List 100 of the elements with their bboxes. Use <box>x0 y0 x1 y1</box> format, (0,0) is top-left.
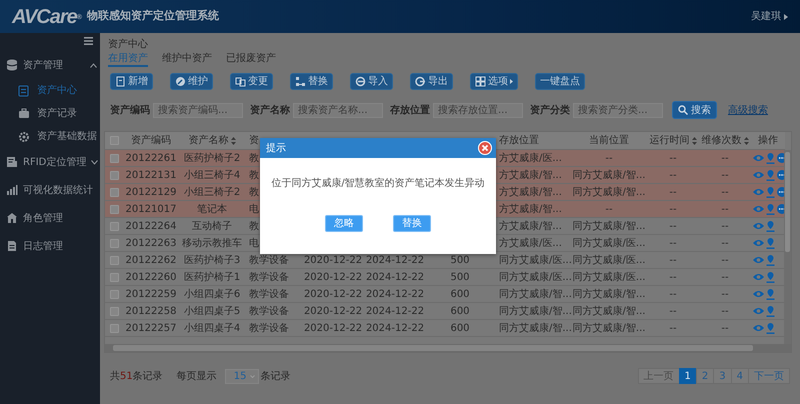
table-cell-text: 同方艾威康/智... <box>572 304 646 318</box>
table-cell-text: 同方艾威康/智... <box>572 220 646 234</box>
table-cell-text: 同方艾威康/智... <box>499 322 572 336</box>
table-cell-text: 20121017 <box>126 202 176 216</box>
table-cell-text: 同方艾威康/智... <box>572 288 646 302</box>
table-cell-text: 教学设备 <box>249 254 289 268</box>
table-cell-text: -- <box>605 202 613 216</box>
table-cell-text: 教学设备 <box>249 270 289 284</box>
table-cell-text: 同方艾威康/智... <box>572 168 646 182</box>
field-label: 存放位置 <box>390 104 430 118</box>
table-cell-text: 同方艾威康/智... <box>499 288 572 302</box>
dialog-title: 提示 <box>266 142 286 156</box>
table-cell-text: 小组四桌子4 <box>184 322 240 336</box>
table-cell-text: 20122264 <box>126 220 176 234</box>
table-cell-text: 方艾威康/智... <box>499 186 562 200</box>
table-cell-text: -- <box>721 168 729 182</box>
table-cell-text: 20122129 <box>126 186 176 200</box>
table-cell-text: 同方艾威康/医... <box>572 270 646 284</box>
table-cell-text: -- <box>721 220 729 234</box>
table-cell-text: 医药护椅子1 <box>184 270 240 284</box>
table-cell-text: -- <box>669 186 677 200</box>
table-cell-text: 医药护椅子2 <box>184 152 240 166</box>
table-cell-text: 小组四桌子6 <box>184 288 240 302</box>
table-cell-text: 2020-12-22 <box>304 304 362 318</box>
table-cell-text: 教 <box>249 220 259 234</box>
table-cell-text: 方艾威康/智... <box>499 220 562 234</box>
table-cell-text: 20122260 <box>126 270 176 284</box>
table-cell-text: 医药护椅子3 <box>184 254 240 268</box>
table-cell-text: 同方艾威康/智... <box>572 322 646 336</box>
table-cell-text: 笔记本 <box>197 202 227 216</box>
table-cell-text: -- <box>721 304 729 318</box>
table-cell-text: 同方艾威康/智... <box>572 186 646 200</box>
table-cell-text: 教 <box>249 152 259 166</box>
table-cell-text: 方艾威康/医... <box>499 152 562 166</box>
table-cell-text: 500 <box>450 254 470 268</box>
table-cell-text: 方艾威康/智... <box>499 168 562 182</box>
table-cell-text: 20122262 <box>126 254 176 268</box>
table-cell-text: 小组三椅子2 <box>184 186 240 200</box>
table-cell-text: 小组四桌子5 <box>184 304 240 318</box>
table-cell-text: 互动椅子 <box>192 220 232 234</box>
table-cell-text: 2020-12-22 <box>304 288 362 302</box>
table-cell-text: 20122259 <box>126 288 176 302</box>
dialog-message: 位于同方艾威康/智慧教室的资产笔记本发生异动 <box>270 176 486 191</box>
breadcrumb: 资产中心 <box>107 39 149 51</box>
table-cell-text: 600 <box>450 288 470 302</box>
table-cell-text: -- <box>669 304 677 318</box>
table-cell-text: -- <box>721 236 729 250</box>
record-count: 共51条记录 <box>110 370 163 384</box>
table-cell-text: 20122257 <box>126 322 176 336</box>
table-cell-text: 电 <box>249 202 259 216</box>
table-cell-text: -- <box>721 288 729 302</box>
table-cell-text: 2024-12-22 <box>366 304 424 318</box>
table-cell-text: 20122263 <box>126 236 176 250</box>
table-cell-text: 2020-12-22 <box>304 254 362 268</box>
table-cell-text: 20122258 <box>126 304 176 318</box>
table-cell-text: 同方艾威康/医... <box>499 270 572 284</box>
table-cell-text: 2024-12-22 <box>366 270 424 284</box>
table-cell-text: 方艾威康/智... <box>499 202 562 216</box>
table-cell-text: 20122131 <box>126 168 176 182</box>
field-label: 资产分类 <box>530 104 570 118</box>
field-label: 资产名称 <box>250 104 290 118</box>
table-cell-text: 600 <box>450 322 470 336</box>
table-cell-text: -- <box>669 202 677 216</box>
table-cell-text: -- <box>721 254 729 268</box>
table-cell-text: -- <box>669 236 677 250</box>
table-cell-text: -- <box>605 152 613 166</box>
table-cell-text: 20122261 <box>126 152 176 166</box>
table-cell-text: 小组三椅子4 <box>184 168 240 182</box>
field-label: 资产编码 <box>110 104 150 118</box>
table-cell-text: -- <box>669 270 677 284</box>
table-cell-text: 移动示教推车 <box>182 236 242 250</box>
table-cell-text: -- <box>721 152 729 166</box>
table-cell-text: 同方艾威康/医... <box>572 254 646 268</box>
table-cell-text: 方艾威康/医... <box>499 236 562 250</box>
table-cell-text: 同方艾威康/智... <box>499 304 572 318</box>
table-cell-text: 600 <box>450 304 470 318</box>
table-cell-text: 教学设备 <box>249 304 289 318</box>
table-cell-text: 2024-12-22 <box>366 254 424 268</box>
table-cell-text: 2020-12-22 <box>304 322 362 336</box>
table-cell-text: -- <box>721 322 729 336</box>
table-cell-text: 同方艾威康/医... <box>572 236 646 250</box>
logo: AVCare$^{®}$ <box>12 4 81 30</box>
table-cell-text: -- <box>721 202 729 216</box>
table-cell-text: 2024-12-22 <box>366 322 424 336</box>
table-cell-text: -- <box>669 168 677 182</box>
table-cell-text: 电 <box>249 236 259 250</box>
table-cell-text: 教 <box>249 168 259 182</box>
table-cell-text: 教学设备 <box>249 322 289 336</box>
table-cell-text: 500 <box>450 270 470 284</box>
app-title: 物联感知资产定位管理系统 <box>86 8 219 24</box>
table-cell-text: -- <box>721 186 729 200</box>
table-cell-text: 教 <box>249 186 259 200</box>
table-cell-text: -- <box>669 220 677 234</box>
page-size-label: 每页显示 <box>176 370 217 384</box>
page-size-label: 条记录 <box>260 370 291 384</box>
table-cell-text: -- <box>669 152 677 166</box>
table-cell-text: 2024-12-22 <box>366 288 424 302</box>
table-cell-text: -- <box>669 322 677 336</box>
table-cell-text: -- <box>669 288 677 302</box>
table-cell-text: 教学设备 <box>249 288 289 302</box>
